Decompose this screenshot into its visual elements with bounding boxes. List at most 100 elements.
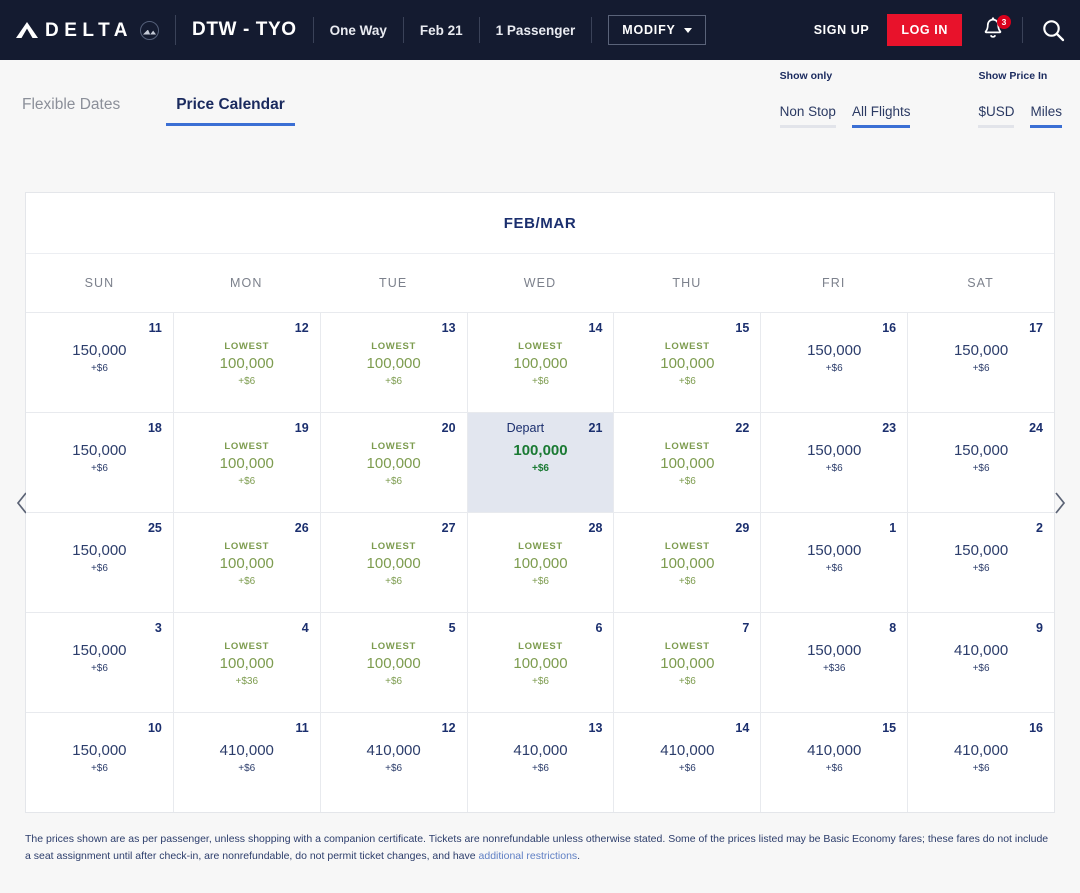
- trip-type-label: One Way: [329, 22, 387, 38]
- calendar-cell-header: 27: [332, 521, 456, 538]
- calendar-day-number: 15: [735, 321, 750, 335]
- calendar-day-cell[interactable]: 19 LOWEST 100,000 +$6: [172, 412, 320, 512]
- calendar-grid: FEB/MAR SUN MON TUE WED THU FRI SAT 11 150,000 +…: [25, 192, 1055, 813]
- calendar-cell-fare: LOWEST 100,000 +$6: [625, 440, 749, 489]
- fare-price: 100,000: [513, 655, 568, 673]
- fare-price: 100,000: [513, 442, 568, 459]
- filter-options: Non Stop All Flights: [779, 104, 910, 128]
- calendar-cell-header: 3: [37, 621, 162, 638]
- calendar-cell-header: 2: [919, 521, 1043, 538]
- calendar-day-cell[interactable]: 20 LOWEST 100,000 +$6: [319, 412, 467, 512]
- chevron-right-icon: [1055, 492, 1066, 514]
- calendar-day-cell[interactable]: 14 LOWEST 100,000 +$6: [466, 312, 614, 412]
- tab-flexible-dates[interactable]: Flexible Dates: [12, 90, 130, 126]
- calendar-cell-header: 5: [332, 621, 456, 638]
- calendar-day-cell[interactable]: 13 410,000 +$6: [466, 712, 614, 812]
- calendar-day-number: 4: [301, 621, 309, 635]
- calendar-month-title: FEB/MAR: [26, 192, 1054, 254]
- calendar-cell-header: 15: [772, 721, 896, 738]
- lowest-fare-badge: LOWEST: [224, 341, 270, 352]
- calendar-cell-fare: 150,000 +$6: [919, 440, 1043, 476]
- fare-tax: +$6: [678, 376, 696, 388]
- calendar-day-cell[interactable]: 8 150,000 +$36: [760, 612, 908, 712]
- calendar-day-cell[interactable]: 11 410,000 +$6: [172, 712, 320, 812]
- calendar-cell-header: 10: [37, 721, 162, 738]
- calendar-day-cell[interactable]: 4 LOWEST 100,000 +$36: [172, 612, 320, 712]
- calendar-day-number: 19: [294, 421, 309, 435]
- calendar-day-cell[interactable]: 28 LOWEST 100,000 +$6: [466, 512, 614, 612]
- calendar-day-cell[interactable]: 11 150,000 +$6: [26, 312, 173, 412]
- calendar-day-cell[interactable]: 2 150,000 +$6: [907, 512, 1054, 612]
- calendar-day-cell-selected[interactable]: Depart 21 100,000 +$6: [466, 412, 614, 512]
- filter-option-miles[interactable]: Miles: [1030, 104, 1062, 128]
- calendar-day-cell[interactable]: 3 150,000 +$6: [26, 612, 173, 712]
- delta-logo[interactable]: DELTA: [16, 19, 160, 41]
- calendar-day-cell[interactable]: 26 LOWEST 100,000 +$6: [172, 512, 320, 612]
- lowest-fare-badge: LOWEST: [371, 341, 417, 352]
- calendar-day-number: 6: [595, 621, 603, 635]
- filter-option-all-flights[interactable]: All Flights: [851, 104, 910, 128]
- calendar-day-cell[interactable]: 13 LOWEST 100,000 +$6: [319, 312, 467, 412]
- sign-up-link[interactable]: SIGN UP: [814, 23, 870, 37]
- calendar-cell-fare: 150,000 +$6: [37, 340, 162, 376]
- calendar-day-cell[interactable]: 23 150,000 +$6: [760, 412, 908, 512]
- calendar-day-cell[interactable]: 15 LOWEST 100,000 +$6: [613, 312, 761, 412]
- calendar-day-cell[interactable]: 10 150,000 +$6: [26, 712, 173, 812]
- fare-tax: +$6: [90, 662, 108, 674]
- calendar-day-cell[interactable]: 12 410,000 +$6: [319, 712, 467, 812]
- calendar-day-cell[interactable]: 25 150,000 +$6: [26, 512, 173, 612]
- filter-option-non-stop[interactable]: Non Stop: [779, 104, 837, 128]
- fare-price: 150,000: [72, 642, 127, 659]
- fare-tax: +$6: [532, 762, 549, 774]
- calendar-day-cell[interactable]: 18 150,000 +$6: [26, 412, 173, 512]
- search-button[interactable]: [1041, 18, 1066, 43]
- calendar-day-cell[interactable]: 15 410,000 +$6: [760, 712, 908, 812]
- calendar-cell-header: 8: [772, 621, 896, 638]
- calendar-day-cell[interactable]: 12 LOWEST 100,000 +$6: [172, 312, 320, 412]
- calendar-day-cell[interactable]: 17 150,000 +$6: [907, 312, 1054, 412]
- fare-tax: +$6: [532, 462, 549, 474]
- calendar-day-cells: 11 150,000 +$6 12 LOWEST 100,000 +$6 13 LOWEST 10…: [26, 312, 1054, 812]
- calendar-cell-fare: 150,000 +$6: [772, 540, 896, 576]
- calendar-day-cell[interactable]: 29 LOWEST 100,000 +$6: [613, 512, 761, 612]
- weekday-header: SUN: [84, 276, 115, 290]
- calendar-cell-header: 20: [332, 421, 456, 438]
- calendar-cell-header: 18: [37, 421, 162, 438]
- calendar-day-cell[interactable]: 1 150,000 +$6: [760, 512, 908, 612]
- calendar-day-number: 28: [588, 521, 603, 535]
- tab-price-calendar[interactable]: Price Calendar: [166, 90, 295, 126]
- filter-option-usd[interactable]: $USD: [978, 104, 1015, 128]
- additional-restrictions-link[interactable]: additional restrictions: [479, 850, 578, 862]
- fare-price: 410,000: [953, 742, 1009, 759]
- calendar-day-cell[interactable]: 14 410,000 +$6: [613, 712, 761, 812]
- notifications-button[interactable]: 3: [982, 15, 1011, 43]
- calendar-day-cell[interactable]: 16 410,000 +$6: [907, 712, 1054, 812]
- calendar-day-cell[interactable]: 9 410,000 +$6: [907, 612, 1054, 712]
- log-in-button[interactable]: LOG IN: [887, 14, 962, 46]
- fare-price: 150,000: [72, 742, 127, 759]
- calendar-cell-header: 12: [185, 321, 309, 338]
- fare-tax: +$6: [238, 762, 256, 774]
- divider: [312, 17, 314, 43]
- calendar-day-cell[interactable]: 24 150,000 +$6: [907, 412, 1054, 512]
- weekday-header: THU: [672, 276, 702, 290]
- calendar-cell-header: 15: [625, 321, 749, 338]
- modify-search-button[interactable]: MODIFY: [608, 15, 706, 45]
- calendar-day-cell[interactable]: 27 LOWEST 100,000 +$6: [319, 512, 467, 612]
- calendar-cell-header: 17: [919, 321, 1043, 338]
- calendar-day-number: 13: [588, 721, 603, 735]
- calendar-cell-header: Depart 21: [479, 421, 603, 438]
- notification-count-badge: 3: [997, 15, 1011, 29]
- calendar-cell-header: 9: [919, 621, 1043, 638]
- calendar-day-cell[interactable]: 6 LOWEST 100,000 +$6: [466, 612, 614, 712]
- calendar-day-cell[interactable]: 16 150,000 +$6: [760, 312, 908, 412]
- calendar-day-cell[interactable]: 5 LOWEST 100,000 +$6: [319, 612, 467, 712]
- fare-price: 100,000: [366, 555, 421, 573]
- calendar-cell-fare: LOWEST 100,000 +$6: [185, 540, 309, 589]
- brand-wordmark: DELTA: [45, 19, 134, 41]
- fare-price: 150,000: [807, 642, 862, 659]
- calendar-day-cell[interactable]: 7 LOWEST 100,000 +$6: [613, 612, 761, 712]
- fare-tax: +$6: [385, 476, 403, 488]
- calendar-day-cell[interactable]: 22 LOWEST 100,000 +$6: [613, 412, 761, 512]
- divider: [175, 15, 177, 45]
